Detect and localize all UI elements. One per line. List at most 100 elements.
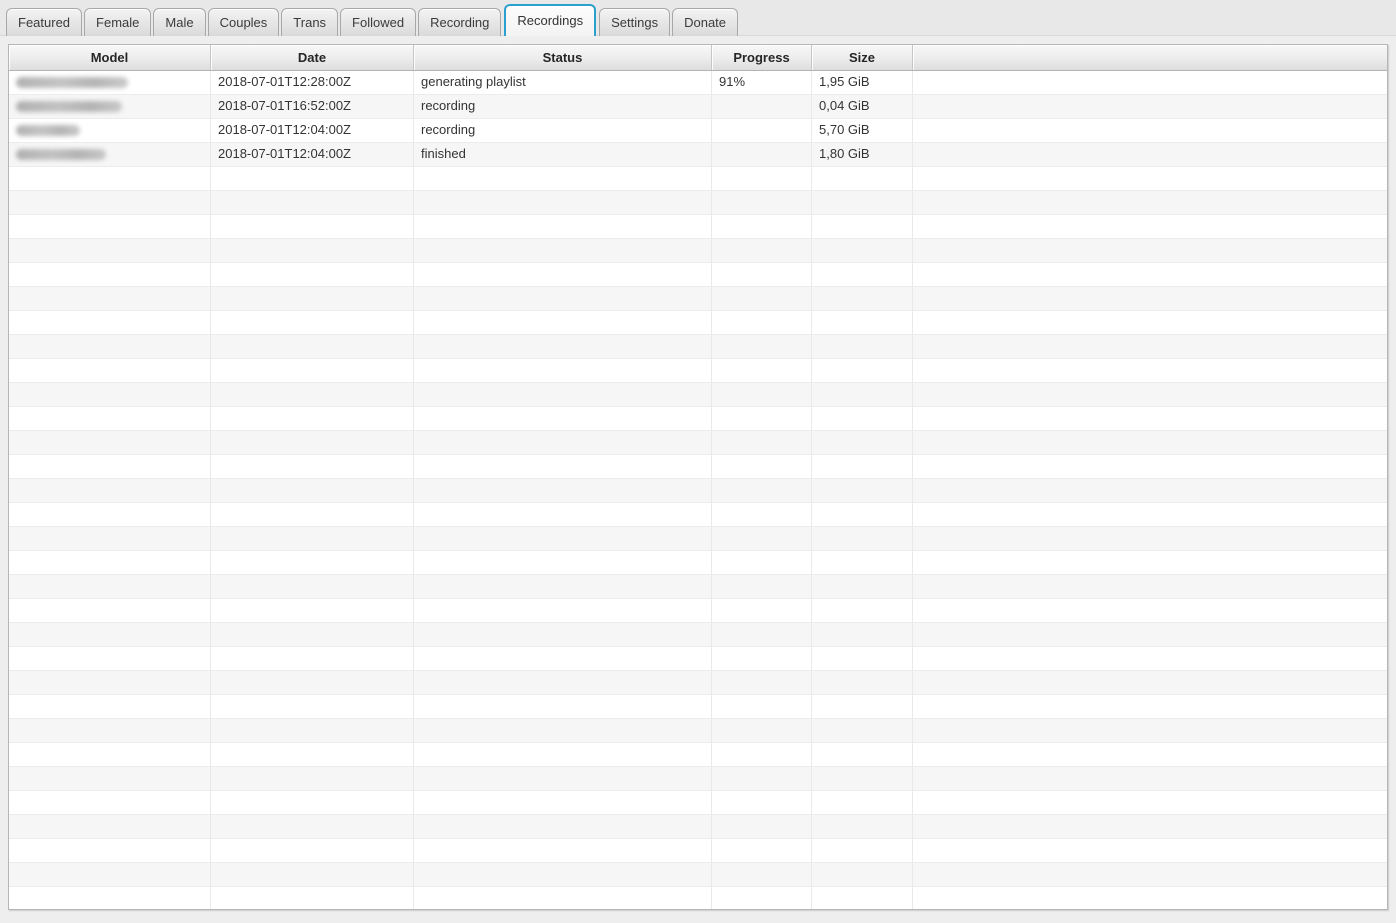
cell-empty <box>913 335 1387 359</box>
cell-empty <box>211 359 414 383</box>
cell-empty <box>211 455 414 479</box>
cell-empty <box>712 167 812 191</box>
cell-empty <box>414 455 712 479</box>
cell-empty <box>414 743 712 767</box>
cell-empty <box>913 287 1387 311</box>
cell-empty <box>9 671 211 695</box>
cell-empty <box>9 407 211 431</box>
cell-empty <box>812 479 913 503</box>
tab-couples[interactable]: Couples <box>208 8 280 36</box>
cell-empty <box>211 719 414 743</box>
cell-empty <box>712 575 812 599</box>
cell-empty <box>9 263 211 287</box>
cell-progress: 91% <box>712 71 812 95</box>
cell-empty <box>414 767 712 791</box>
cell-empty <box>211 815 414 839</box>
cell-empty <box>913 239 1387 263</box>
cell-empty <box>712 743 812 767</box>
table-row-empty <box>9 263 1387 287</box>
cell-empty <box>211 863 414 887</box>
cell-empty <box>211 671 414 695</box>
cell-empty <box>913 719 1387 743</box>
cell-empty <box>812 215 913 239</box>
cell-empty <box>9 815 211 839</box>
cell-empty <box>712 215 812 239</box>
cell-empty <box>712 383 812 407</box>
cell-empty <box>712 887 812 910</box>
cell-filler <box>913 119 1387 143</box>
cell-empty <box>913 791 1387 815</box>
cell-empty <box>712 623 812 647</box>
tab-recording[interactable]: Recording <box>418 8 501 36</box>
cell-empty <box>913 383 1387 407</box>
cell-empty <box>9 695 211 719</box>
tab-trans[interactable]: Trans <box>281 8 338 36</box>
cell-empty <box>414 503 712 527</box>
cell-filler <box>913 143 1387 167</box>
table-row-empty <box>9 695 1387 719</box>
cell-empty <box>211 215 414 239</box>
cell-empty <box>913 647 1387 671</box>
cell-empty <box>211 479 414 503</box>
cell-empty <box>712 287 812 311</box>
cell-model <box>9 95 211 119</box>
tab-recordings[interactable]: Recordings <box>504 4 596 36</box>
table-row-empty <box>9 431 1387 455</box>
column-header-size[interactable]: Size <box>812 45 913 70</box>
column-header-date[interactable]: Date <box>211 45 414 70</box>
cell-empty <box>812 863 913 887</box>
tab-female[interactable]: Female <box>84 8 151 36</box>
tab-followed[interactable]: Followed <box>340 8 416 36</box>
cell-empty <box>414 527 712 551</box>
table-row-empty <box>9 863 1387 887</box>
cell-empty <box>414 719 712 743</box>
column-header-status[interactable]: Status <box>414 45 712 70</box>
cell-empty <box>211 743 414 767</box>
cell-empty <box>211 311 414 335</box>
cell-empty <box>712 263 812 287</box>
cell-empty <box>712 791 812 815</box>
cell-empty <box>9 767 211 791</box>
tab-donate[interactable]: Donate <box>672 8 738 36</box>
cell-empty <box>812 839 913 863</box>
table-row-empty <box>9 479 1387 503</box>
cell-empty <box>414 887 712 910</box>
tab-settings[interactable]: Settings <box>599 8 670 36</box>
column-header-model[interactable]: Model <box>9 45 211 70</box>
cell-empty <box>9 287 211 311</box>
cell-empty <box>414 671 712 695</box>
cell-empty <box>211 839 414 863</box>
tab-featured[interactable]: Featured <box>6 8 82 36</box>
table-row-empty <box>9 359 1387 383</box>
cell-empty <box>211 383 414 407</box>
cell-empty <box>414 791 712 815</box>
cell-date: 2018-07-01T16:52:00Z <box>211 95 414 119</box>
cell-progress <box>712 119 812 143</box>
cell-empty <box>812 695 913 719</box>
cell-empty <box>712 527 812 551</box>
cell-empty <box>712 695 812 719</box>
cell-empty <box>211 527 414 551</box>
cell-empty <box>913 671 1387 695</box>
column-header-progress[interactable]: Progress <box>712 45 812 70</box>
cell-empty <box>414 191 712 215</box>
cell-empty <box>913 743 1387 767</box>
cell-empty <box>211 623 414 647</box>
table-row[interactable]: 2018-07-01T12:28:00Z generating playlist… <box>9 71 1387 95</box>
cell-filler <box>913 95 1387 119</box>
table-row[interactable]: 2018-07-01T12:04:00Z recording 5,70 GiB <box>9 119 1387 143</box>
cell-empty <box>712 551 812 575</box>
cell-empty <box>9 551 211 575</box>
tab-male[interactable]: Male <box>153 8 205 36</box>
cell-empty <box>9 167 211 191</box>
cell-empty <box>211 431 414 455</box>
table-row[interactable]: 2018-07-01T16:52:00Z recording 0,04 GiB <box>9 95 1387 119</box>
cell-empty <box>712 863 812 887</box>
cell-size: 5,70 GiB <box>812 119 913 143</box>
cell-empty <box>812 551 913 575</box>
table-row[interactable]: 2018-07-01T12:04:00Z finished 1,80 GiB <box>9 143 1387 167</box>
cell-empty <box>9 239 211 263</box>
cell-empty <box>712 671 812 695</box>
cell-empty <box>812 647 913 671</box>
cell-empty <box>913 695 1387 719</box>
